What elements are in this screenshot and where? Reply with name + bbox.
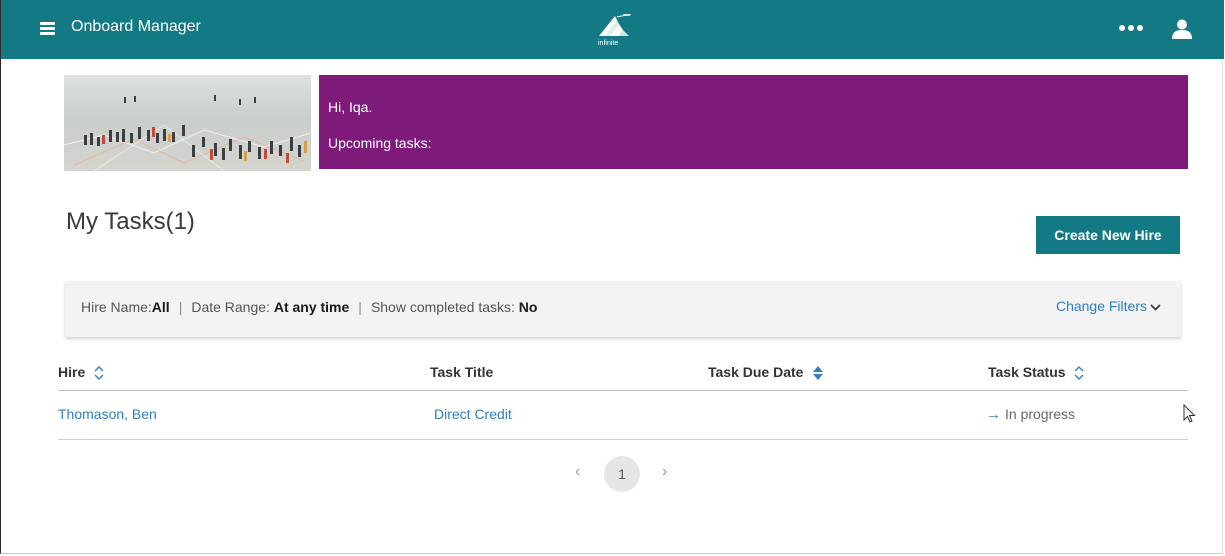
filter-separator: | xyxy=(358,299,362,315)
top-bar: Onboard Manager infinite xyxy=(1,0,1224,59)
filter-separator: | xyxy=(178,299,183,315)
column-header-task-title: Task Title xyxy=(430,364,493,380)
task-status: → In progress xyxy=(986,406,1075,423)
column-header-hire[interactable]: Hire xyxy=(58,364,104,381)
app-title: Onboard Manager xyxy=(71,18,201,35)
completed-filter-label: Show completed tasks: xyxy=(370,299,519,315)
filter-summary: Hire Name:All | Date Range: At any time | Sh… xyxy=(81,299,537,315)
previous-page-button[interactable]: ‹ xyxy=(575,463,580,481)
hire-name-link[interactable]: Thomason, Ben xyxy=(58,406,157,422)
upcoming-tasks-label: Upcoming tasks: xyxy=(328,135,432,151)
column-header-task-status[interactable]: Task Status xyxy=(988,364,1084,381)
sort-active-icon xyxy=(813,366,824,381)
column-header-label: Task Due Date xyxy=(708,364,804,380)
greeting-text: Hi, Iqa. xyxy=(328,99,373,115)
completed-filter-value: No xyxy=(518,299,538,315)
filter-summary-bar: Hire Name:All | Date Range: At any time | Sh… xyxy=(65,281,1181,337)
change-filters-label: Change Filters xyxy=(1055,298,1147,314)
task-title-link[interactable]: Direct Credit xyxy=(434,406,512,422)
welcome-banner: Hi, Iqa. Upcoming tasks: xyxy=(319,75,1188,169)
hire-name-filter-value: All xyxy=(151,299,170,315)
column-header-label: Task Status xyxy=(988,364,1066,380)
logo-wordmark: infinite xyxy=(598,40,618,47)
sort-icon xyxy=(94,366,104,381)
page-title: My Tasks(1) xyxy=(66,208,195,235)
task-status-text: In progress xyxy=(1005,406,1076,422)
table-row: Thomason, Ben Direct Credit → In progress xyxy=(58,391,1188,440)
banner-crowd-image xyxy=(64,75,311,171)
more-options-icon[interactable] xyxy=(1119,25,1145,33)
infinite-logo: infinite xyxy=(597,13,647,56)
user-profile-icon[interactable] xyxy=(1171,18,1193,40)
tasks-table: Hire Task Title Task Due Date Task Statu… xyxy=(58,356,1188,440)
chevron-down-icon xyxy=(1150,304,1161,311)
date-range-filter-value: At any time xyxy=(273,299,350,315)
arrow-right-icon: → xyxy=(986,406,1001,423)
hire-name-filter-label: Hire Name: xyxy=(81,299,152,315)
create-new-hire-button[interactable]: Create New Hire xyxy=(1036,216,1180,254)
table-header: Hire Task Title Task Due Date Task Statu… xyxy=(58,356,1188,391)
date-range-filter-label: Date Range: xyxy=(191,299,274,315)
next-page-button[interactable]: › xyxy=(662,463,667,481)
hamburger-menu-icon[interactable] xyxy=(40,22,55,35)
sort-icon xyxy=(1074,366,1084,381)
page-number-button[interactable]: 1 xyxy=(604,456,640,492)
column-header-label: Hire xyxy=(58,364,86,380)
mouse-pointer-icon xyxy=(1183,404,1196,423)
column-header-task-due-date[interactable]: Task Due Date xyxy=(708,364,824,381)
column-header-label: Task Title xyxy=(430,364,494,380)
change-filters-link[interactable]: Change Filters xyxy=(1056,298,1161,314)
